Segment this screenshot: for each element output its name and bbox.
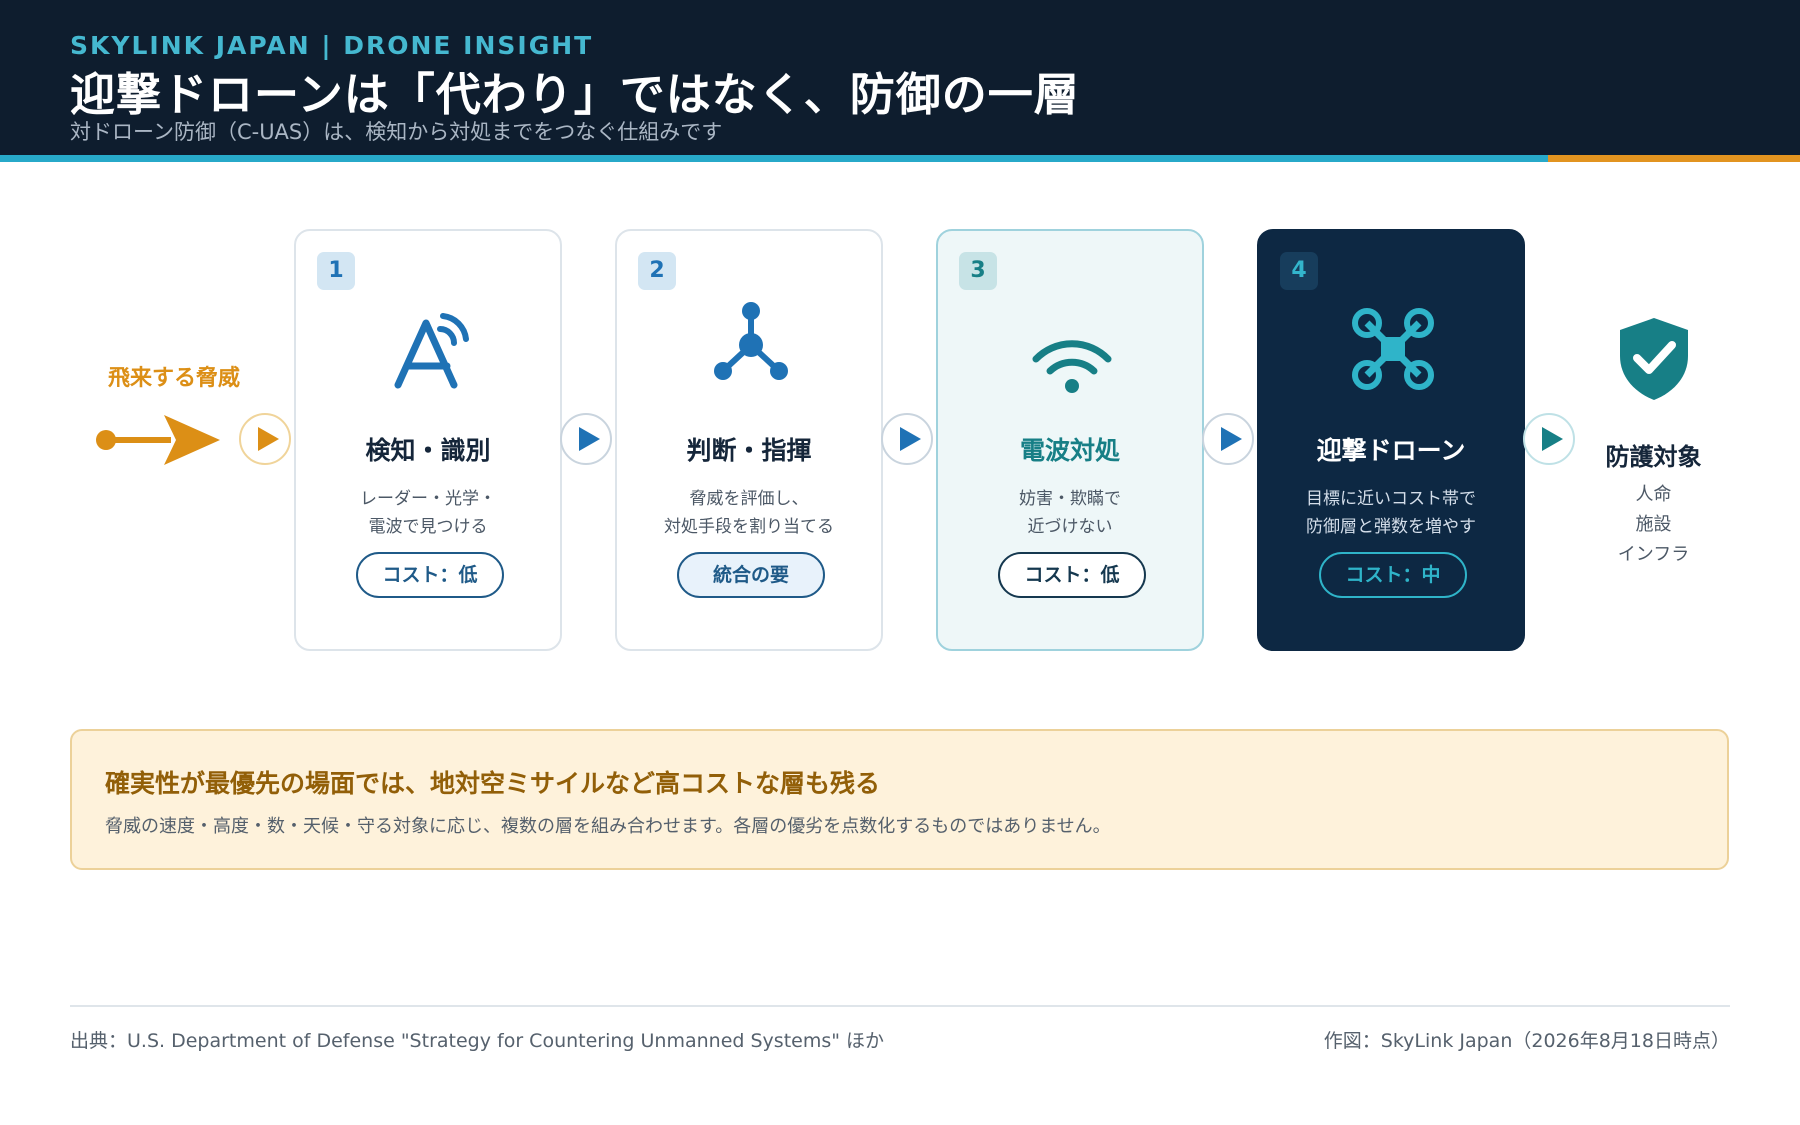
source-citation: 出典：U.S. Department of Defense "Strategy … bbox=[70, 1030, 885, 1052]
step-number: 2 bbox=[638, 252, 676, 290]
cost-badge: コスト：低 bbox=[356, 552, 504, 598]
flow-connector-4 bbox=[1523, 413, 1575, 465]
target-item: 人命 bbox=[1635, 484, 1672, 505]
step-number: 1 bbox=[317, 252, 355, 290]
target-item: インフラ bbox=[1617, 544, 1690, 565]
note-box: 確実性が最優先の場面では、地対空ミサイルなど高コストな層も残る 脅威の速度・高度… bbox=[70, 729, 1729, 870]
step-number: 3 bbox=[959, 252, 997, 290]
step-description: レーダー・光学・ 電波で見つける bbox=[360, 489, 496, 537]
page-title: 迎撃ドローンは「代わり」ではなく、防御の一層 bbox=[70, 68, 1080, 121]
radar-icon bbox=[394, 313, 469, 389]
cost-badge: コスト：中 bbox=[1319, 552, 1467, 598]
credit-line: 作図：SkyLink Japan（2026年8月18日時点） bbox=[1323, 1030, 1730, 1052]
step-description: 目標に近いコスト帯で 防御層と弾数を増やす bbox=[1306, 489, 1476, 537]
network-node-icon bbox=[714, 302, 788, 380]
flow-connector-1 bbox=[560, 413, 612, 465]
threat-arrow-icon bbox=[96, 415, 220, 465]
flow-connector-2 bbox=[881, 413, 933, 465]
step-card-interceptor: 4 迎撃ドローン 目標に近いコスト帯で 防御層と弾数を増やす コスト：中 bbox=[1257, 229, 1525, 651]
step-description: 妨害・欺瞞で 近づけない bbox=[1019, 489, 1121, 537]
flow-connector-start bbox=[239, 413, 291, 465]
header: SKYLINK JAPAN | DRONE INSIGHT 迎撃ドローンは「代わ… bbox=[0, 0, 1800, 155]
step-title: 検知・識別 bbox=[365, 436, 491, 465]
protected-target-title: 防護対象 bbox=[1605, 443, 1702, 471]
accent-bar-cyan bbox=[0, 155, 1548, 162]
note-text: 脅威の速度・高度・数・天候・守る対象に応じ、複数の層を組み合わせます。各層の優劣… bbox=[105, 816, 1111, 837]
accent-bar-orange bbox=[1548, 155, 1800, 162]
note-title: 確実性が最優先の場面では、地対空ミサイルなど高コストな層も残る bbox=[105, 769, 881, 798]
step-title: 判断・指揮 bbox=[686, 436, 812, 465]
footer-divider bbox=[70, 1005, 1730, 1007]
drone-icon bbox=[1352, 308, 1434, 390]
cost-badge: コスト：低 bbox=[998, 552, 1146, 598]
step-card-command: 2 判断・指揮 脅威を評価し、 対処手段を割り当てる 統合の要 bbox=[615, 229, 883, 651]
step-title: 迎撃ドローン bbox=[1316, 436, 1466, 465]
wifi-signal-icon bbox=[1032, 340, 1112, 393]
threat-label: 飛来する脅威 bbox=[108, 366, 241, 391]
brand-label: SKYLINK JAPAN | DRONE INSIGHT bbox=[70, 31, 594, 60]
integration-badge: 統合の要 bbox=[677, 552, 825, 598]
page-subtitle: 対ドローン防御（C-UAS）は、検知から対処までをつなぐ仕組みです bbox=[70, 120, 723, 144]
target-item: 施設 bbox=[1635, 514, 1672, 535]
step-card-detect: 1 検知・識別 レーダー・光学・ 電波で見つける コスト：低 bbox=[294, 229, 562, 651]
step-description: 脅威を評価し、 対処手段を割り当てる bbox=[664, 489, 834, 537]
shield-check-icon bbox=[1620, 318, 1688, 400]
step-number: 4 bbox=[1280, 252, 1318, 290]
step-card-electronic: 3 電波対処 妨害・欺瞞で 近づけない コスト：低 bbox=[936, 229, 1204, 651]
flow-connector-3 bbox=[1202, 413, 1254, 465]
step-title: 電波対処 bbox=[1019, 436, 1120, 465]
protected-target-list: 人命 施設 インフラ bbox=[1580, 480, 1727, 570]
